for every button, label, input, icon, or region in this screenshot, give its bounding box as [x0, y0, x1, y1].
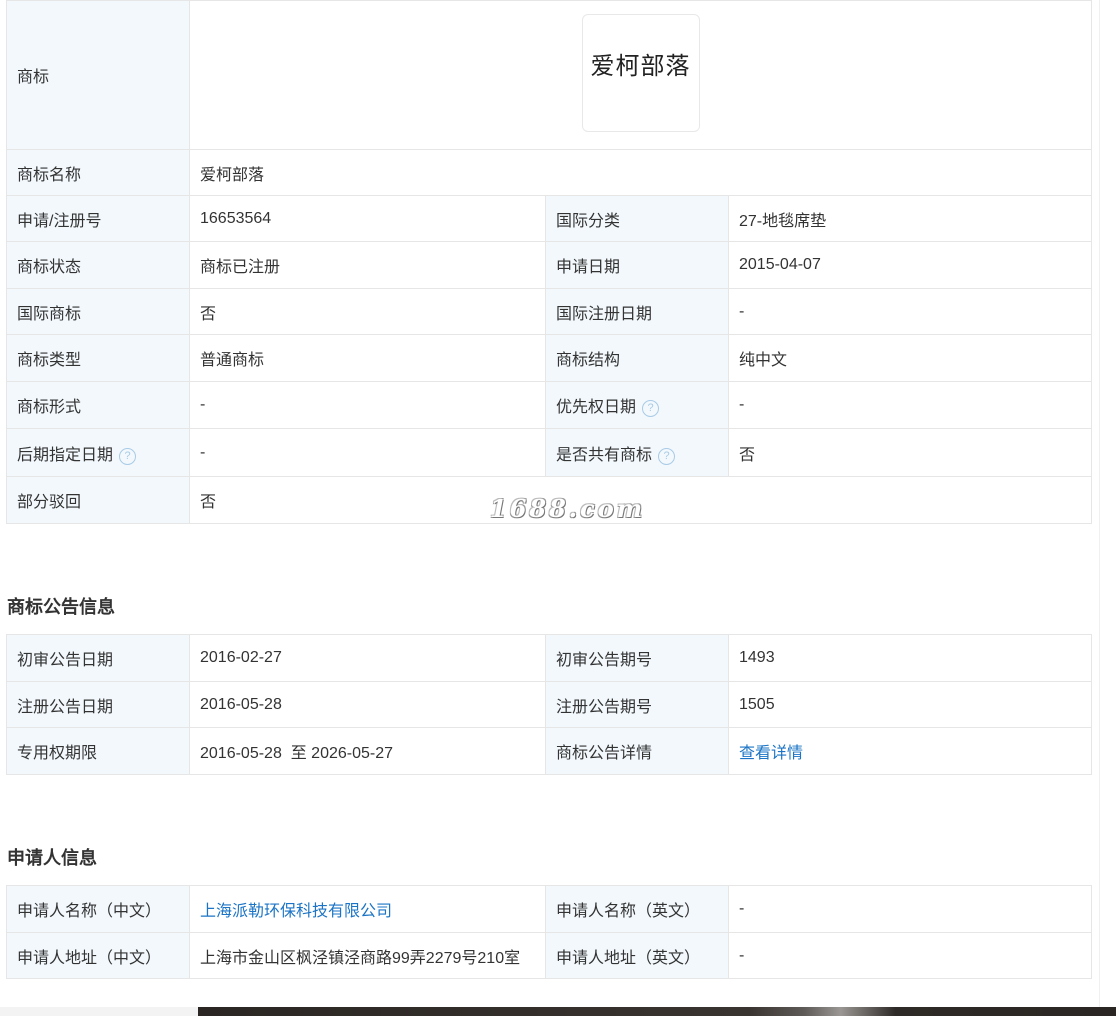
priority-date-label-cell: 优先权日期? — [545, 381, 729, 429]
field-label: 申请/注册号 — [6, 195, 190, 242]
table-row: 申请人地址（中文） 上海市金山区枫泾镇泾商路99弄2279号210室 申请人地址… — [6, 932, 1092, 979]
help-icon[interactable]: ? — [642, 400, 660, 417]
view-details-link[interactable]: 查看详情 — [739, 745, 803, 762]
scrollbar[interactable] — [1099, 0, 1116, 1016]
field-label: 注册公告期号 — [545, 681, 729, 728]
field-value: 1493 — [728, 634, 1092, 682]
field-value: 普通商标 — [189, 334, 546, 382]
trademark-logo-image: 爱柯部落 — [581, 13, 700, 132]
field-label: 专用权期限 — [6, 727, 190, 775]
field-value: 2016-05-28 至 2026-05-27 — [189, 727, 546, 775]
field-label: 商标类型 — [6, 334, 190, 382]
table-row: 后期指定日期? - 是否共有商标? 否 — [6, 428, 1093, 477]
field-label: 国际商标 — [6, 288, 190, 335]
announcement-table: 初审公告日期 2016-02-27 初审公告期号 1493 注册公告日期 201… — [6, 634, 1092, 775]
co-owned-label-cell: 是否共有商标? — [545, 428, 729, 477]
field-label: 申请人地址（中文） — [6, 932, 190, 979]
help-icon[interactable]: ? — [658, 447, 676, 465]
field-value: 2016-02-27 — [189, 634, 546, 682]
section-title-applicant: 申请人信息 — [7, 848, 97, 868]
field-value: 1505 — [728, 681, 1092, 728]
section-title-announcement: 商标公告信息 — [7, 597, 115, 617]
field-value: - — [727, 381, 1093, 429]
field-label: 商标状态 — [6, 241, 190, 289]
field-label: 申请日期 — [545, 241, 729, 289]
field-value: - — [728, 932, 1092, 979]
field-value: 上海市金山区枫泾镇泾商路99弄2279号210室 — [189, 932, 546, 979]
help-icon[interactable]: ? — [119, 447, 137, 465]
field-label: 后期指定日期 — [17, 446, 114, 464]
field-label: 初审公告日期 — [6, 634, 190, 682]
field-label: 优先权日期 — [556, 399, 637, 416]
field-value: 2016-05-28 — [189, 681, 546, 728]
table-row: 专用权期限 2016-05-28 至 2026-05-27 商标公告详情 查看详… — [6, 727, 1092, 775]
field-label: 部分驳回 — [6, 476, 190, 524]
details-link-cell: 查看详情 — [728, 727, 1092, 775]
applicant-name-cell: 上海派勒环保科技有限公司 — [189, 885, 546, 933]
table-row: 商标名称 爱柯部落 — [6, 149, 1093, 196]
field-label: 商标名称 — [6, 149, 190, 196]
table-row: 商标状态 商标已注册 申请日期 2015-04-07 — [6, 241, 1093, 289]
field-value: - — [728, 885, 1092, 933]
field-label: 国际分类 — [545, 195, 729, 242]
table-row: 商标形式 - 优先权日期? - — [6, 381, 1093, 429]
field-value: 商标已注册 — [189, 241, 546, 289]
trademark-logo-cell: 爱柯部落 — [188, 0, 1093, 150]
trademark-logo-label: 商标 — [6, 0, 190, 150]
applicant-table: 申请人名称（中文） 上海派勒环保科技有限公司 申请人名称（英文） - 申请人地址… — [6, 885, 1092, 979]
bottom-banner-image — [198, 1007, 1116, 1016]
table-row: 初审公告日期 2016-02-27 初审公告期号 1493 — [6, 634, 1092, 682]
field-value: 否 — [727, 428, 1093, 477]
watermark: 1688.com — [490, 494, 646, 523]
table-row: 申请/注册号 16653564 国际分类 27-地毯席垫 — [6, 195, 1093, 242]
later-designation-label-cell: 后期指定日期? — [6, 428, 190, 477]
field-value: 纯中文 — [727, 334, 1093, 382]
table-row: 商标 爱柯部落 — [6, 0, 1093, 150]
field-label: 申请人地址（英文） — [545, 932, 729, 979]
field-label: 注册公告日期 — [6, 681, 190, 728]
field-label: 是否共有商标 — [556, 446, 653, 464]
field-label: 商标公告详情 — [545, 727, 729, 775]
field-label: 申请人名称（英文） — [545, 885, 729, 933]
field-label: 商标形式 — [6, 381, 190, 429]
field-value: 2015-04-07 — [727, 241, 1093, 289]
field-value: 否 — [189, 288, 546, 335]
field-label: 商标结构 — [545, 334, 729, 382]
table-row: 注册公告日期 2016-05-28 注册公告期号 1505 — [6, 681, 1092, 728]
field-value: 爱柯部落 — [188, 149, 1093, 196]
table-row: 申请人名称（中文） 上海派勒环保科技有限公司 申请人名称（英文） - — [6, 885, 1092, 933]
table-row: 国际商标 否 国际注册日期 - — [6, 288, 1093, 335]
field-value: 27-地毯席垫 — [727, 195, 1093, 242]
field-label: 初审公告期号 — [545, 634, 729, 682]
trademark-info-table: 商标 爱柯部落 商标名称 爱柯部落 申请/注册号 16653564 国际分类 2… — [6, 0, 1093, 524]
table-row: 商标类型 普通商标 商标结构 纯中文 — [6, 334, 1093, 382]
applicant-name-link[interactable]: 上海派勒环保科技有限公司 — [200, 903, 392, 920]
field-value: - — [727, 288, 1093, 335]
field-label: 申请人名称（中文） — [6, 885, 190, 933]
field-value: - — [189, 428, 546, 477]
field-value: - — [189, 381, 546, 429]
field-label: 国际注册日期 — [545, 288, 729, 335]
field-value: 16653564 — [189, 195, 546, 242]
